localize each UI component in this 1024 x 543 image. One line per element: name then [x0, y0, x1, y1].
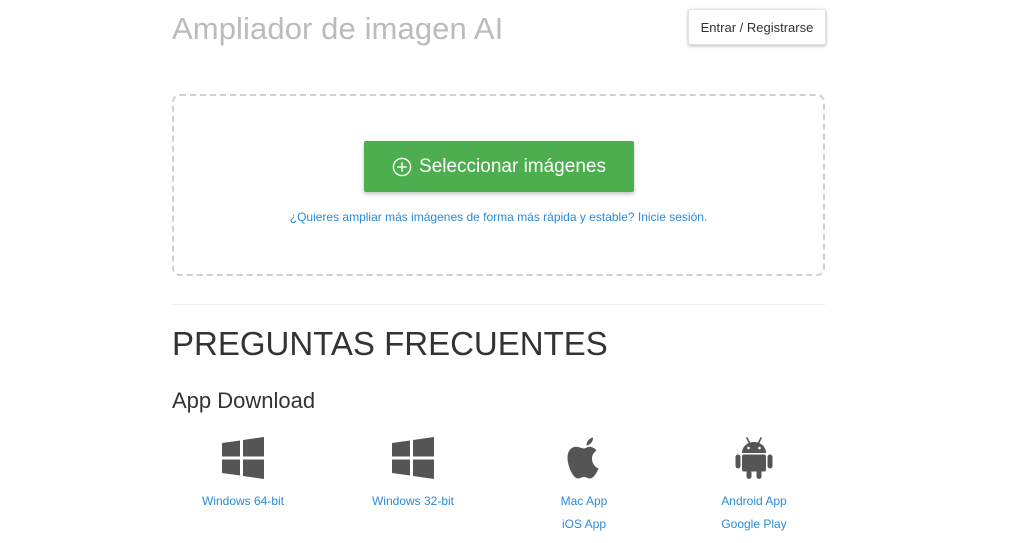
- app-download-heading: App Download: [172, 388, 316, 413]
- login-hint-link[interactable]: ¿Quieres ampliar más imágenes de forma m…: [172, 210, 825, 224]
- download-item-android: Android App Google Play: [704, 436, 804, 531]
- windows-icon: [392, 437, 434, 479]
- faq-heading: PREGUNTAS FRECUENTES: [172, 325, 608, 362]
- google-play-link[interactable]: Google Play: [704, 517, 804, 531]
- login-register-button[interactable]: Entrar / Registrarse: [688, 9, 826, 45]
- windows-64-link[interactable]: Windows 64-bit: [193, 494, 293, 508]
- mac-app-link[interactable]: Mac App: [534, 494, 634, 508]
- plus-circle-icon: [392, 157, 412, 176]
- android-app-link[interactable]: Android App: [704, 494, 804, 508]
- select-images-label: Seleccionar imágenes: [419, 155, 606, 177]
- download-item-windows-64: Windows 64-bit: [193, 436, 293, 508]
- android-icon: [735, 437, 773, 479]
- section-divider: [172, 304, 825, 305]
- apple-icon: [567, 437, 599, 479]
- select-images-button[interactable]: Seleccionar imágenes: [364, 141, 634, 192]
- download-item-apple: Mac App iOS App: [534, 436, 634, 531]
- windows-icon: [222, 437, 264, 479]
- download-item-windows-32: Windows 32-bit: [363, 436, 463, 508]
- ios-app-link[interactable]: iOS App: [534, 517, 634, 531]
- windows-32-link[interactable]: Windows 32-bit: [363, 494, 463, 508]
- page-title: Ampliador de imagen AI: [172, 11, 504, 46]
